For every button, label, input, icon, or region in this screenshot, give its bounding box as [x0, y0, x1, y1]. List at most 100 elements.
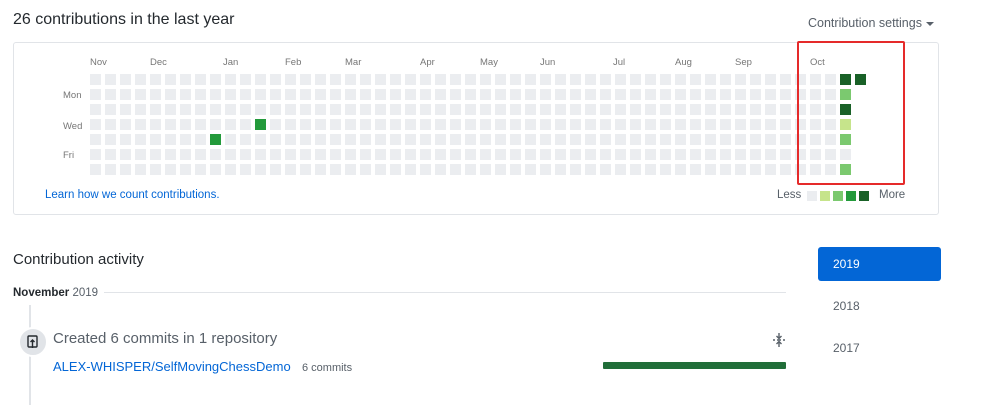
- contribution-day[interactable]: [420, 149, 431, 160]
- contribution-day[interactable]: [690, 134, 701, 145]
- contribution-day[interactable]: [90, 149, 101, 160]
- contribution-day[interactable]: [750, 119, 761, 130]
- contribution-day[interactable]: [435, 119, 446, 130]
- contribution-day[interactable]: [675, 104, 686, 115]
- contribution-day[interactable]: [300, 119, 311, 130]
- contribution-day[interactable]: [210, 89, 221, 100]
- contribution-day[interactable]: [390, 119, 401, 130]
- contribution-day[interactable]: [240, 104, 251, 115]
- contribution-day[interactable]: [135, 134, 146, 145]
- contribution-day[interactable]: [780, 89, 791, 100]
- year-button-2019[interactable]: 2019: [818, 247, 941, 281]
- contribution-day[interactable]: [825, 119, 836, 130]
- contribution-day[interactable]: [690, 149, 701, 160]
- contribution-day[interactable]: [630, 89, 641, 100]
- contribution-day[interactable]: [690, 89, 701, 100]
- contribution-day[interactable]: [105, 119, 116, 130]
- contribution-day[interactable]: [345, 164, 356, 175]
- contribution-day[interactable]: [810, 74, 821, 85]
- contribution-day[interactable]: [510, 74, 521, 85]
- contribution-day[interactable]: [465, 149, 476, 160]
- contribution-day[interactable]: [495, 149, 506, 160]
- contribution-day[interactable]: [90, 89, 101, 100]
- contribution-day[interactable]: [510, 149, 521, 160]
- contribution-day[interactable]: [345, 119, 356, 130]
- contribution-day[interactable]: [495, 164, 506, 175]
- contribution-day[interactable]: [690, 119, 701, 130]
- contribution-day[interactable]: [360, 149, 371, 160]
- contribution-day[interactable]: [210, 74, 221, 85]
- contribution-day[interactable]: [210, 104, 221, 115]
- contribution-day[interactable]: [660, 74, 671, 85]
- contribution-day[interactable]: [450, 104, 461, 115]
- contribution-day[interactable]: [195, 104, 206, 115]
- contribution-day[interactable]: [570, 119, 581, 130]
- contribution-day[interactable]: [135, 149, 146, 160]
- contribution-day[interactable]: [555, 134, 566, 145]
- contribution-day[interactable]: [720, 164, 731, 175]
- contribution-day[interactable]: [315, 119, 326, 130]
- contribution-day[interactable]: [105, 134, 116, 145]
- contribution-day[interactable]: [600, 74, 611, 85]
- contribution-day[interactable]: [210, 164, 221, 175]
- contribution-day[interactable]: [480, 149, 491, 160]
- contribution-day[interactable]: [360, 164, 371, 175]
- contribution-day[interactable]: [840, 134, 851, 145]
- contribution-day[interactable]: [555, 74, 566, 85]
- contribution-day[interactable]: [165, 74, 176, 85]
- contribution-day[interactable]: [150, 119, 161, 130]
- contribution-day[interactable]: [615, 164, 626, 175]
- contribution-day[interactable]: [435, 134, 446, 145]
- contribution-day[interactable]: [360, 134, 371, 145]
- contribution-day[interactable]: [405, 134, 416, 145]
- contribution-day[interactable]: [135, 119, 146, 130]
- contribution-day[interactable]: [810, 89, 821, 100]
- contribution-day[interactable]: [375, 104, 386, 115]
- contribution-day[interactable]: [120, 149, 131, 160]
- contribution-day[interactable]: [765, 149, 776, 160]
- contribution-day[interactable]: [165, 164, 176, 175]
- contribution-day[interactable]: [780, 164, 791, 175]
- contribution-day[interactable]: [345, 149, 356, 160]
- contribution-day[interactable]: [750, 164, 761, 175]
- contribution-day[interactable]: [765, 74, 776, 85]
- contribution-day[interactable]: [375, 89, 386, 100]
- contribution-day[interactable]: [225, 74, 236, 85]
- contribution-day[interactable]: [660, 164, 671, 175]
- contribution-day[interactable]: [120, 74, 131, 85]
- contribution-day[interactable]: [195, 134, 206, 145]
- contribution-day[interactable]: [180, 74, 191, 85]
- contribution-day[interactable]: [480, 119, 491, 130]
- contribution-day[interactable]: [735, 164, 746, 175]
- contribution-day[interactable]: [645, 134, 656, 145]
- contribution-day[interactable]: [600, 134, 611, 145]
- contribution-day[interactable]: [135, 104, 146, 115]
- contribution-day[interactable]: [150, 104, 161, 115]
- contribution-day[interactable]: [420, 119, 431, 130]
- contribution-day[interactable]: [780, 149, 791, 160]
- contribution-day[interactable]: [405, 149, 416, 160]
- contribution-day[interactable]: [390, 74, 401, 85]
- contribution-day[interactable]: [585, 134, 596, 145]
- contribution-day[interactable]: [525, 89, 536, 100]
- contribution-day[interactable]: [255, 119, 266, 130]
- contribution-day[interactable]: [180, 119, 191, 130]
- contribution-day[interactable]: [780, 134, 791, 145]
- contribution-day[interactable]: [510, 134, 521, 145]
- contribution-day[interactable]: [195, 149, 206, 160]
- contribution-day[interactable]: [705, 74, 716, 85]
- contribution-day[interactable]: [675, 74, 686, 85]
- contribution-day[interactable]: [855, 74, 866, 85]
- contribution-day[interactable]: [315, 149, 326, 160]
- contribution-day[interactable]: [555, 164, 566, 175]
- contribution-day[interactable]: [705, 149, 716, 160]
- contribution-day[interactable]: [450, 74, 461, 85]
- contribution-day[interactable]: [270, 164, 281, 175]
- contribution-day[interactable]: [495, 134, 506, 145]
- contribution-day[interactable]: [780, 104, 791, 115]
- contribution-day[interactable]: [525, 134, 536, 145]
- contribution-day[interactable]: [480, 89, 491, 100]
- contribution-day[interactable]: [270, 74, 281, 85]
- contribution-day[interactable]: [570, 134, 581, 145]
- contribution-day[interactable]: [435, 149, 446, 160]
